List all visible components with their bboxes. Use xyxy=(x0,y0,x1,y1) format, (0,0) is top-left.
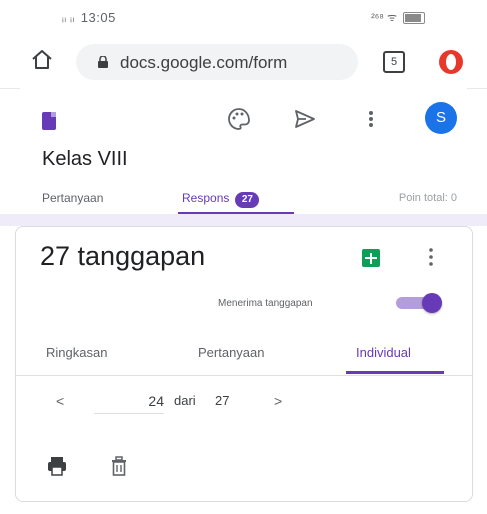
toggle-thumb xyxy=(422,293,442,313)
tab-pertanyaan-responses[interactable]: Pertanyaan xyxy=(198,345,265,360)
status-bar-left: ᵢₗ ᵢₗ 13:05 xyxy=(62,10,116,25)
forms-header: S Kelas VIII Pertanyaan Respons 27 Poin t… xyxy=(20,88,467,214)
browser-toolbar: docs.google.com/form 5 xyxy=(0,36,487,89)
print-icon[interactable] xyxy=(46,455,68,477)
responses-card: 27 tanggapan Menerima tanggapan Ringkasa… xyxy=(15,226,473,502)
next-response-button[interactable]: > xyxy=(274,393,282,409)
accepting-responses-toggle[interactable] xyxy=(396,293,446,313)
tab-individual[interactable]: Individual xyxy=(356,345,411,360)
tab-respons[interactable]: Respons 27 xyxy=(182,191,260,208)
response-index-input[interactable]: 24 xyxy=(94,389,164,414)
page-background xyxy=(0,214,487,226)
active-subtab-indicator xyxy=(346,371,444,374)
points-total: Poin total: 0 xyxy=(398,192,457,204)
status-bar: ᵢₗ ᵢₗ 13:05 ²⁶⁸ ᯤ xyxy=(0,0,487,36)
status-bar-right: ²⁶⁸ ᯤ xyxy=(371,10,425,25)
tab-pertanyaan[interactable]: Pertanyaan xyxy=(42,191,103,205)
url-text: docs.google.com/form xyxy=(120,53,288,72)
responses-count-title: 27 tanggapan xyxy=(40,241,206,271)
tab-ringkasan[interactable]: Ringkasan xyxy=(46,345,107,360)
palette-icon[interactable] xyxy=(226,106,252,132)
lock-icon xyxy=(98,56,108,68)
avatar[interactable]: S xyxy=(425,102,457,134)
form-title: Kelas VIII xyxy=(42,148,128,170)
responses-subtabs: Ringkasan Pertanyaan Individual xyxy=(16,335,472,376)
trash-icon[interactable] xyxy=(108,455,130,477)
signal-indicator: ᵢₗ ᵢₗ xyxy=(62,13,75,25)
home-icon[interactable] xyxy=(30,48,54,72)
more-vert-icon[interactable] xyxy=(358,106,384,132)
google-sheets-icon[interactable] xyxy=(362,249,380,267)
send-icon[interactable] xyxy=(292,106,318,132)
response-actions xyxy=(16,453,472,483)
accepting-responses-label: Menerima tanggapan xyxy=(218,298,313,309)
google-forms-logo xyxy=(42,112,56,130)
previous-response-button[interactable]: < xyxy=(56,393,64,409)
form-tabs: Pertanyaan Respons 27 Poin total: 0 xyxy=(42,188,467,214)
responses-count-badge: 27 xyxy=(235,192,260,208)
tab-switcher-button[interactable]: 5 xyxy=(383,51,405,73)
pager-total: 27 xyxy=(215,393,230,408)
pager-of-label: dari xyxy=(174,393,196,408)
more-vert-icon[interactable] xyxy=(428,247,434,267)
network-indicator: ²⁶⁸ ᯤ xyxy=(371,12,397,24)
battery-icon xyxy=(403,11,425,24)
status-time: 13:05 xyxy=(80,10,116,25)
tab-respons-label: Respons xyxy=(182,191,230,205)
address-bar[interactable]: docs.google.com/form xyxy=(76,44,358,80)
opera-icon[interactable] xyxy=(438,49,464,75)
response-pager: < 24 dari 27 > xyxy=(16,387,472,417)
